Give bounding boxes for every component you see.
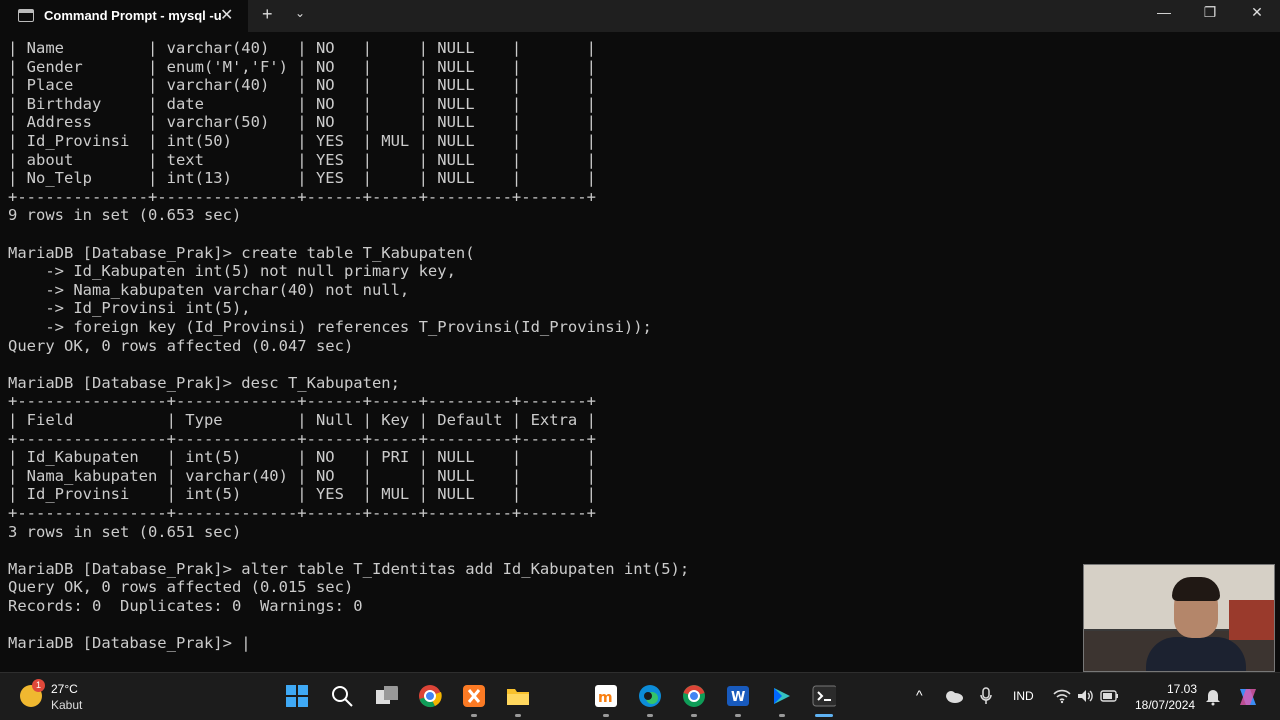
file-explorer-icon[interactable] [506,684,530,708]
terminal-line: +----------------+-------------+------+-… [8,429,596,448]
terminal-line: | Nama_kabupaten | varchar(40) | NO | | … [8,466,596,485]
language-indicator[interactable]: IND [1013,689,1034,703]
word-running-indicator [735,714,741,717]
terminal-line: | Id_Provinsi | int(50) | YES | MUL | NU… [8,132,596,150]
taskbar: 1 27°C Kabut m W ^ IND 17.03 18/07/2024 [0,672,1280,720]
onedrive-icon[interactable] [944,689,964,703]
edge-icon[interactable] [638,684,662,708]
terminal-line: | Gender | enum('M','F') | NO | | NULL |… [8,57,596,76]
terminal-line: | Address | varchar(50) | NO | | NULL | … [8,113,596,132]
terminal-line: | about | text | YES | | NULL | | [8,150,596,169]
terminal-line: Query OK, 0 rows affected (0.047 sec) [8,336,354,355]
terminal-tab[interactable]: Command Prompt - mysql -u ✕ [0,0,248,32]
moodle-icon[interactable]: m [594,684,618,708]
tab-close-icon[interactable]: ✕ [220,5,233,25]
terminal-line: -> Nama_kabupaten varchar(40) not null, [8,280,410,299]
xampp-running-indicator [471,714,477,717]
terminal-icon [18,9,34,22]
tab-title: Command Prompt - mysql -u [44,8,222,23]
xampp-icon[interactable] [462,684,486,708]
volume-icon[interactable] [1077,688,1095,704]
terminal-line: | Place | varchar(40) | NO | | NULL | | [8,76,596,95]
power-automate-icon[interactable] [770,684,794,708]
chrome-running-indicator [691,714,697,717]
weather-temperature[interactable]: 27°C [51,682,78,696]
maximize-button[interactable]: ❐ [1187,4,1233,21]
terminal-active-indicator [815,714,833,717]
terminal-line: -> foreign key (Id_Provinsi) references … [8,318,652,336]
weather-badge: 1 [32,679,45,692]
terminal-app-icon[interactable] [812,684,836,708]
automate-running-indicator [779,714,785,717]
svg-text:W: W [731,690,745,705]
battery-icon[interactable] [1100,689,1120,703]
terminal-line: 3 rows in set (0.651 sec) [8,522,242,541]
terminal-line: | Id_Kabupaten | int(5) | NO | PRI | NUL… [8,448,596,467]
notification-bell-icon[interactable] [1205,688,1221,706]
edge-running-indicator [647,714,653,717]
terminal-line: | Birthday | date | NO | | NULL | | [8,94,596,113]
wifi-icon[interactable] [1053,688,1071,704]
title-bar: Command Prompt - mysql -u ✕ + ⌄ — ❐ ✕ [0,0,1280,32]
clock-time[interactable]: 17.03 [1167,682,1197,696]
terminal-line: Records: 0 Duplicates: 0 Warnings: 0 [8,597,363,615]
clock-date[interactable]: 18/07/2024 [1135,698,1195,712]
microphone-icon[interactable] [979,687,993,705]
new-tab-button[interactable]: + [262,4,273,25]
weather-condition[interactable]: Kabut [51,698,82,712]
webcam-overlay [1083,564,1275,672]
task-view-icon[interactable] [374,684,398,708]
terminal-line: MariaDB [Database_Prak]> desc T_Kabupate… [8,373,400,392]
svg-text:m: m [598,690,613,706]
terminal-line: | No_Telp | int(13) | YES | | NULL | | [8,169,596,188]
search-icon[interactable] [330,684,354,708]
terminal-line: -> Id_Kabupaten int(5) not null primary … [8,262,456,281]
windows-start-icon[interactable] [285,684,309,708]
moodle-running-indicator [603,714,609,717]
terminal-line: | Field | Type | Null | Key | Default | … [8,411,596,429]
explorer-running-indicator [515,714,521,717]
terminal-line: Query OK, 0 rows affected (0.015 sec) [8,578,354,597]
close-button[interactable]: ✕ [1234,4,1280,21]
chrome-icon[interactable] [418,684,442,708]
terminal-line: | Name | varchar(40) | NO | | NULL | | [8,39,596,57]
terminal-line: +----------------+-------------+------+-… [8,504,596,522]
terminal-line: MariaDB [Database_Prak]> alter table T_I… [8,559,690,578]
terminal-line: MariaDB [Database_Prak]> | [8,634,251,653]
copilot-icon[interactable] [1236,685,1260,709]
terminal-line: +--------------+---------------+------+-… [8,187,596,206]
word-icon[interactable]: W [726,684,750,708]
terminal-line: -> Id_Provinsi int(5), [8,299,251,318]
chevron-up-icon[interactable]: ^ [916,687,923,703]
terminal-line: | Id_Provinsi | int(5) | YES | MUL | NUL… [8,485,596,504]
chrome-profile-icon[interactable] [682,684,706,708]
terminal-line: +----------------+-------------+------+-… [8,392,596,411]
terminal-line: MariaDB [Database_Prak]> create table T_… [8,243,475,262]
tab-dropdown-button[interactable]: ⌄ [295,6,305,20]
minimize-button[interactable]: — [1141,4,1187,20]
terminal-line: 9 rows in set (0.653 sec) [8,206,242,225]
